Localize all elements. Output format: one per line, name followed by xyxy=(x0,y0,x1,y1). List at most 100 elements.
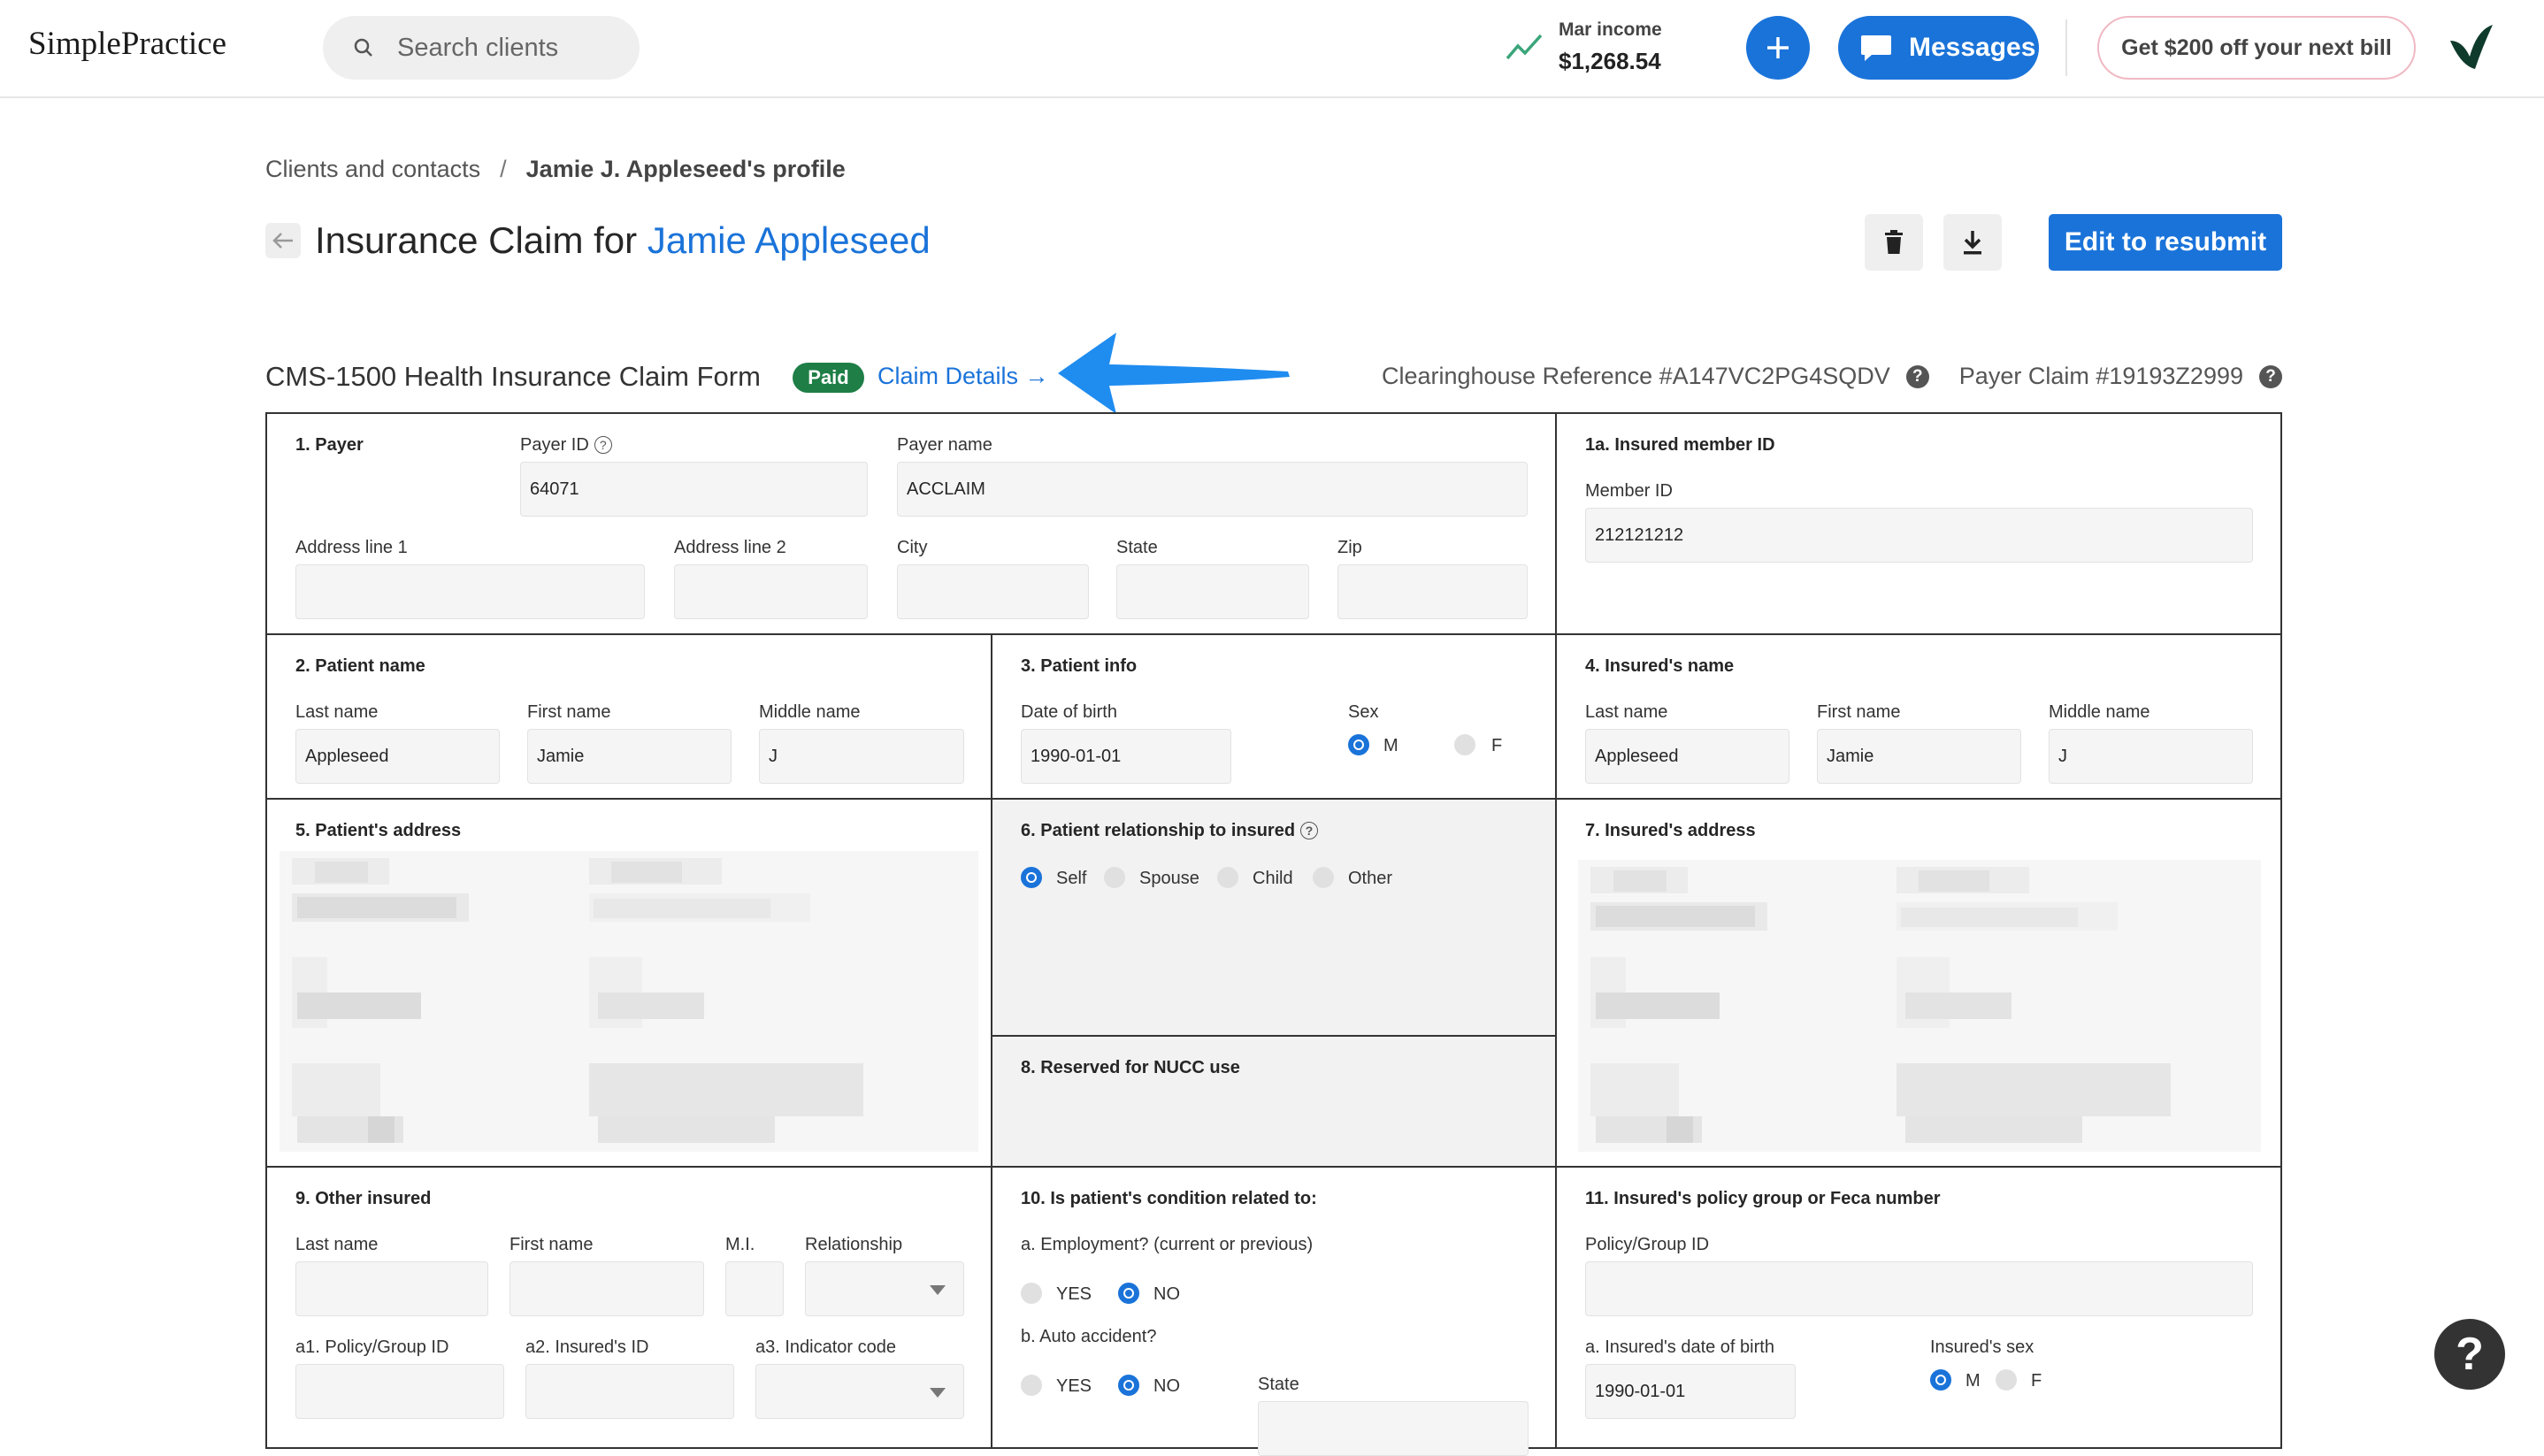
claim-details-link[interactable]: Claim Details → xyxy=(877,363,1049,390)
field-label: Middle name xyxy=(2049,702,2150,722)
other-insured-last-name-field[interactable] xyxy=(295,1261,488,1316)
address-line2-field[interactable] xyxy=(674,564,868,619)
other-policy-group-id-field[interactable] xyxy=(295,1364,504,1419)
employment-no-radio[interactable] xyxy=(1118,1283,1139,1304)
employment-yes-radio[interactable] xyxy=(1021,1283,1042,1304)
member-id-field[interactable]: 212121212 xyxy=(1585,508,2253,563)
income-value: $1,268.54 xyxy=(1559,48,1661,74)
chevron-down-icon xyxy=(930,1388,946,1398)
relationship-select[interactable] xyxy=(805,1261,964,1316)
delete-button[interactable] xyxy=(1865,214,1923,271)
info-icon[interactable]: ? xyxy=(594,436,612,454)
zip-field[interactable] xyxy=(1337,564,1528,619)
back-button[interactable] xyxy=(265,223,301,258)
download-icon xyxy=(1964,231,1981,255)
claim-references: Clearinghouse Reference #A147VC2PG4SQDV?… xyxy=(1382,363,2282,390)
sex-m-radio[interactable] xyxy=(1348,734,1369,755)
section-patient-info: 3. Patient info Date of birth 1990-01-01… xyxy=(991,633,1557,800)
sex-f-radio[interactable] xyxy=(1454,734,1475,755)
field-label: City xyxy=(897,538,928,557)
field-label: a. Employment? (current or previous) xyxy=(1021,1235,1314,1254)
relationship-other-radio[interactable] xyxy=(1313,867,1334,888)
patient-last-name-field[interactable]: Appleseed xyxy=(295,729,500,784)
help-circle-icon[interactable]: ? xyxy=(2259,364,2282,388)
insured-dob-field[interactable]: 1990-01-01 xyxy=(1585,1364,1796,1419)
promo-button[interactable]: Get $200 off your next bill xyxy=(2097,16,2416,80)
patient-dob-field[interactable]: 1990-01-01 xyxy=(1021,729,1231,784)
radio-label: YES xyxy=(1056,1284,1092,1304)
redacted-address-image xyxy=(280,851,978,1152)
policy-group-id-field[interactable] xyxy=(1585,1261,2253,1316)
field-label: Payer name xyxy=(897,435,992,455)
relationship-spouse-radio[interactable] xyxy=(1104,867,1125,888)
insured-sex-f-radio[interactable] xyxy=(1996,1369,2017,1391)
field-label: Date of birth xyxy=(1021,702,1117,722)
relationship-child-radio[interactable] xyxy=(1217,867,1238,888)
field-label: State xyxy=(1258,1375,1299,1394)
breadcrumb-separator: / xyxy=(500,156,507,182)
field-label: a1. Policy/Group ID xyxy=(295,1337,449,1357)
radio-label: NO xyxy=(1153,1376,1180,1396)
breadcrumb-current[interactable]: Jamie J. Appleseed's profile xyxy=(526,156,846,182)
field-label: Address line 2 xyxy=(674,538,786,557)
radio-label: YES xyxy=(1056,1376,1092,1396)
field-label: a2. Insured's ID xyxy=(525,1337,649,1357)
divider xyxy=(2065,19,2067,76)
field-label: First name xyxy=(527,702,611,722)
accident-state-field[interactable] xyxy=(1258,1401,1529,1456)
field-label: b. Auto accident? xyxy=(1021,1327,1157,1346)
search-input[interactable]: Search clients xyxy=(323,16,640,80)
patient-first-name-field[interactable]: Jamie xyxy=(527,729,732,784)
insured-last-name-field[interactable]: Appleseed xyxy=(1585,729,1789,784)
other-insured-first-name-field[interactable] xyxy=(510,1261,704,1316)
top-bar: SimplePractice Search clients Mar income… xyxy=(0,0,2544,98)
field-label: Address line 1 xyxy=(295,538,408,557)
info-icon[interactable]: ? xyxy=(1300,822,1319,839)
payer-id-field[interactable]: 64071 xyxy=(520,462,868,517)
radio-label: Self xyxy=(1056,869,1087,888)
breadcrumb-parent[interactable]: Clients and contacts xyxy=(265,156,480,182)
field-label: First name xyxy=(1817,702,1901,722)
field-label: a. Insured's date of birth xyxy=(1585,1337,1774,1357)
clearinghouse-reference: Clearinghouse Reference #A147VC2PG4SQDV xyxy=(1381,363,1890,389)
field-label: Relationship xyxy=(805,1235,903,1254)
relationship-self-radio[interactable] xyxy=(1021,867,1042,888)
help-circle-icon[interactable]: ? xyxy=(1905,364,1929,388)
radio-label: F xyxy=(2031,1371,2042,1391)
app-logo[interactable]: SimplePractice xyxy=(28,25,226,63)
insured-first-name-field[interactable]: Jamie xyxy=(1817,729,2021,784)
section-insured-address: 7. Insured's address xyxy=(1555,798,2282,1168)
auto-accident-yes-radio[interactable] xyxy=(1021,1375,1042,1396)
field-label: Last name xyxy=(295,1235,379,1254)
section-title: 4. Insured's name xyxy=(1585,656,1735,676)
insured-middle-name-field[interactable]: J xyxy=(2049,729,2253,784)
edit-to-resubmit-button[interactable]: Edit to resubmit xyxy=(2049,214,2282,271)
other-insured-mi-field[interactable] xyxy=(725,1261,784,1316)
radio-label: M xyxy=(1965,1371,1981,1391)
address-line1-field[interactable] xyxy=(295,564,645,619)
help-button[interactable]: ? xyxy=(2434,1319,2505,1390)
avatar[interactable] xyxy=(2443,21,2496,73)
patient-middle-name-field[interactable]: J xyxy=(759,729,964,784)
trash-icon xyxy=(1885,230,1903,254)
radio-label: Child xyxy=(1253,869,1293,888)
field-label: First name xyxy=(510,1235,594,1254)
field-label: Policy/Group ID xyxy=(1585,1235,1710,1254)
state-field[interactable] xyxy=(1116,564,1309,619)
messages-button[interactable]: Messages xyxy=(1838,16,2039,80)
radio-label: M xyxy=(1383,736,1398,755)
indicator-code-select[interactable] xyxy=(755,1364,964,1419)
field-label: Middle name xyxy=(759,702,861,722)
arrow-left-icon xyxy=(272,233,293,249)
trend-up-icon xyxy=(1506,34,1543,60)
auto-accident-no-radio[interactable] xyxy=(1118,1375,1139,1396)
add-button[interactable] xyxy=(1746,16,1810,80)
payer-name-field[interactable]: ACCLAIM xyxy=(897,462,1528,517)
insured-sex-m-radio[interactable] xyxy=(1930,1369,1951,1391)
download-button[interactable] xyxy=(1943,214,2002,271)
client-name-link[interactable]: Jamie Appleseed xyxy=(647,219,931,261)
payer-claim-number: Payer Claim #19193Z2999 xyxy=(1958,363,2243,389)
section-title: 1. Payer xyxy=(295,435,364,455)
city-field[interactable] xyxy=(897,564,1089,619)
other-insured-id-field[interactable] xyxy=(525,1364,734,1419)
